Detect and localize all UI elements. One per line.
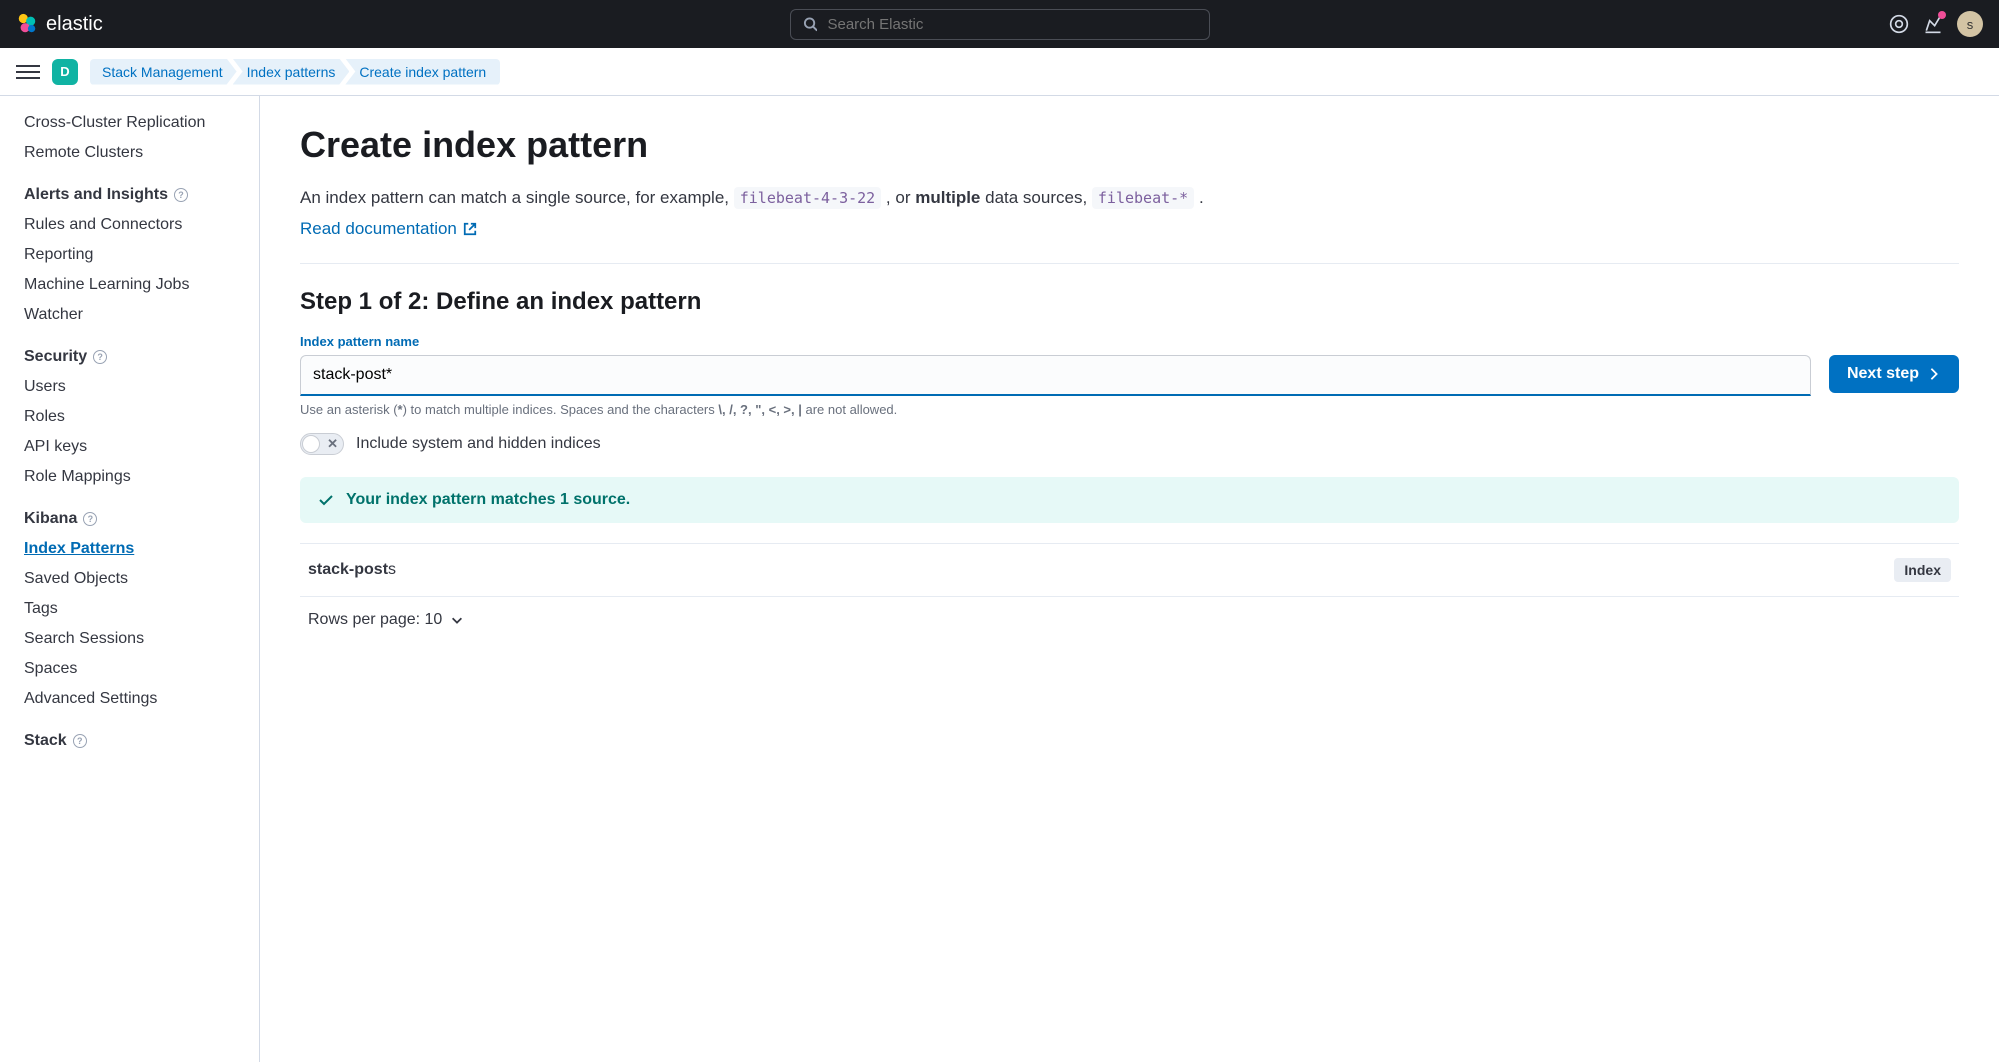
sidebar-item-role-mappings[interactable]: Role Mappings — [0, 462, 259, 492]
info-icon[interactable]: ? — [93, 350, 107, 364]
match-row: stack-posts Index — [300, 543, 1959, 597]
breadcrumbs: Stack Management Index patterns Create i… — [90, 59, 500, 85]
divider — [300, 263, 1959, 264]
sidebar-item-tags[interactable]: Tags — [0, 594, 259, 624]
sidebar-item-roles[interactable]: Roles — [0, 402, 259, 432]
elastic-logo-icon — [16, 13, 38, 35]
sidebar: Cross-Cluster Replication Remote Cluster… — [0, 96, 260, 1062]
success-callout: Your index pattern matches 1 source. — [300, 477, 1959, 523]
code-example-2: filebeat-* — [1092, 187, 1194, 209]
documentation-link[interactable]: Read documentation — [300, 219, 477, 239]
sidebar-item-api-keys[interactable]: API keys — [0, 432, 259, 462]
info-icon[interactable]: ? — [83, 512, 97, 526]
notification-dot — [1938, 11, 1946, 19]
sidebar-section-security: Security? — [0, 330, 259, 372]
brand-logo[interactable]: elastic — [16, 13, 103, 36]
rows-per-page-selector[interactable]: Rows per page: 10 — [300, 597, 1959, 643]
sidebar-item-search-sessions[interactable]: Search Sessions — [0, 624, 259, 654]
match-name: stack-posts — [308, 561, 396, 579]
sidebar-section-stack: Stack? — [0, 714, 259, 756]
search-input[interactable] — [827, 16, 1196, 33]
x-icon: ✕ — [327, 436, 338, 452]
include-system-toggle[interactable]: ✕ — [300, 433, 344, 455]
step-title: Step 1 of 2: Define an index pattern — [300, 288, 1959, 316]
sidebar-item-advanced-settings[interactable]: Advanced Settings — [0, 684, 259, 714]
user-avatar[interactable]: s — [1957, 11, 1983, 37]
breadcrumb-stack-management[interactable]: Stack Management — [90, 59, 237, 85]
page-title: Create index pattern — [300, 124, 1959, 166]
match-type-badge: Index — [1894, 558, 1951, 582]
breadcrumb-create-index-pattern[interactable]: Create index pattern — [345, 59, 500, 85]
main-content: Create index pattern An index pattern ca… — [260, 96, 1999, 1062]
brand-name: elastic — [46, 13, 103, 36]
sidebar-section-alerts: Alerts and Insights? — [0, 168, 259, 210]
sidebar-item-saved-objects[interactable]: Saved Objects — [0, 564, 259, 594]
info-icon[interactable]: ? — [174, 188, 188, 202]
sidebar-item-ml-jobs[interactable]: Machine Learning Jobs — [0, 270, 259, 300]
news-icon[interactable] — [1923, 14, 1943, 34]
index-pattern-name-input[interactable] — [300, 355, 1811, 396]
external-link-icon — [463, 222, 477, 236]
info-icon[interactable]: ? — [73, 734, 87, 748]
space-selector[interactable]: D — [52, 59, 78, 85]
page-description: An index pattern can match a single sour… — [300, 184, 1959, 211]
sidebar-item-watcher[interactable]: Watcher — [0, 300, 259, 330]
input-label: Index pattern name — [300, 334, 1959, 349]
next-step-button[interactable]: Next step — [1829, 355, 1959, 393]
chevron-down-icon — [450, 613, 464, 627]
check-icon — [318, 492, 334, 508]
input-help-text: Use an asterisk (*) to match multiple in… — [300, 402, 1959, 417]
sidebar-item-users[interactable]: Users — [0, 372, 259, 402]
sidebar-item-reporting[interactable]: Reporting — [0, 240, 259, 270]
subbar: D Stack Management Index patterns Create… — [0, 48, 1999, 96]
help-icon[interactable] — [1889, 14, 1909, 34]
sidebar-item-index-patterns[interactable]: Index Patterns — [0, 534, 259, 564]
chevron-right-icon — [1927, 367, 1941, 381]
topbar: elastic s — [0, 0, 1999, 48]
sidebar-section-kibana: Kibana? — [0, 492, 259, 534]
sidebar-item-remote-clusters[interactable]: Remote Clusters — [0, 138, 259, 168]
sidebar-item-rules[interactable]: Rules and Connectors — [0, 210, 259, 240]
sidebar-item-spaces[interactable]: Spaces — [0, 654, 259, 684]
search-icon — [803, 16, 818, 32]
sidebar-item-ccr[interactable]: Cross-Cluster Replication — [0, 108, 259, 138]
toggle-label: Include system and hidden indices — [356, 435, 601, 453]
global-search[interactable] — [790, 9, 1210, 40]
nav-toggle-icon[interactable] — [16, 60, 40, 84]
code-example-1: filebeat-4-3-22 — [734, 187, 881, 209]
breadcrumb-index-patterns[interactable]: Index patterns — [233, 59, 350, 85]
